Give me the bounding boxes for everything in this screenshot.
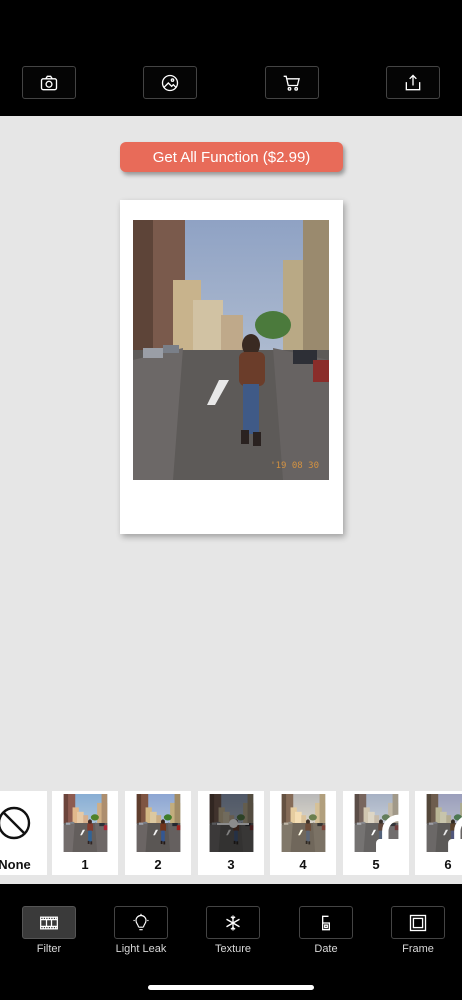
filter-item-2[interactable]: 2 <box>125 791 191 875</box>
top-toolbar <box>0 0 462 116</box>
share-button[interactable] <box>386 66 440 99</box>
filter-item-3[interactable]: 3 <box>198 791 264 875</box>
camera-icon <box>40 75 58 90</box>
tab-filter[interactable]: Filter <box>14 906 84 958</box>
filter-item-6[interactable]: 6 <box>415 791 462 875</box>
image-icon <box>161 74 179 91</box>
filter-thumbnail <box>201 794 262 852</box>
lock-icon <box>376 814 407 852</box>
intensity-slider-knob[interactable] <box>229 819 238 828</box>
filter-thumbnail <box>418 794 462 852</box>
filter-thumbnail <box>346 794 407 852</box>
date-stamp: '19 08 30 <box>270 461 319 471</box>
tab-light-leak-button[interactable] <box>114 906 168 939</box>
tab-label: Date <box>314 943 338 955</box>
share-icon <box>405 74 421 90</box>
tab-label: Filter <box>36 943 62 955</box>
tab-light-leak[interactable]: Light Leak <box>106 906 176 958</box>
tab-label: Frame <box>402 943 434 955</box>
filter-label: 2 <box>154 857 162 872</box>
tab-texture-button[interactable] <box>206 906 260 939</box>
lock-icon <box>448 817 462 852</box>
filter-label: 1 <box>81 857 89 872</box>
date-digit-icon <box>322 915 330 930</box>
tab-frame[interactable]: Frame <box>383 906 453 958</box>
filter-none[interactable]: None <box>0 791 47 875</box>
tab-texture[interactable]: Texture <box>198 906 268 958</box>
home-indicator[interactable] <box>148 985 314 990</box>
gallery-button[interactable] <box>143 66 197 99</box>
filter-label: 3 <box>227 857 235 872</box>
filter-thumbnail <box>128 794 189 852</box>
filter-label: 4 <box>299 857 307 872</box>
tab-date-button[interactable] <box>299 906 353 939</box>
lightbulb-icon <box>133 913 149 930</box>
purchase-all-button[interactable]: Get All Function ($2.99) <box>120 142 343 172</box>
filter-item-1[interactable]: 1 <box>52 791 118 875</box>
filter-label: None <box>0 857 31 872</box>
tab-label: Texture <box>214 943 252 955</box>
filter-thumbnail <box>55 794 116 852</box>
snowflake-icon <box>226 915 240 930</box>
film-icon <box>40 916 58 929</box>
filter-item-5[interactable]: 5 <box>343 791 409 875</box>
cart-button[interactable] <box>265 66 319 99</box>
filter-thumbnail <box>273 794 334 852</box>
cart-icon <box>283 75 300 91</box>
filter-strip: None 1 2 3 4 5 6 <box>0 791 462 877</box>
tab-date[interactable]: Date <box>291 906 361 958</box>
tab-filter-button[interactable] <box>22 906 76 939</box>
frame-icon <box>409 914 427 931</box>
filter-label: 6 <box>444 857 452 872</box>
filter-item-4[interactable]: 4 <box>270 791 336 875</box>
prohibited-icon <box>0 806 31 840</box>
bottom-tab-bar: Filter Light Leak Texture Date Frame <box>0 884 462 1000</box>
polaroid-preview: '19 08 30 <box>120 200 343 534</box>
tab-frame-button[interactable] <box>391 906 445 939</box>
filter-label: 5 <box>372 857 380 872</box>
tab-label: Light Leak <box>115 943 167 955</box>
photo-preview: '19 08 30 <box>133 220 329 480</box>
camera-button[interactable] <box>22 66 76 99</box>
